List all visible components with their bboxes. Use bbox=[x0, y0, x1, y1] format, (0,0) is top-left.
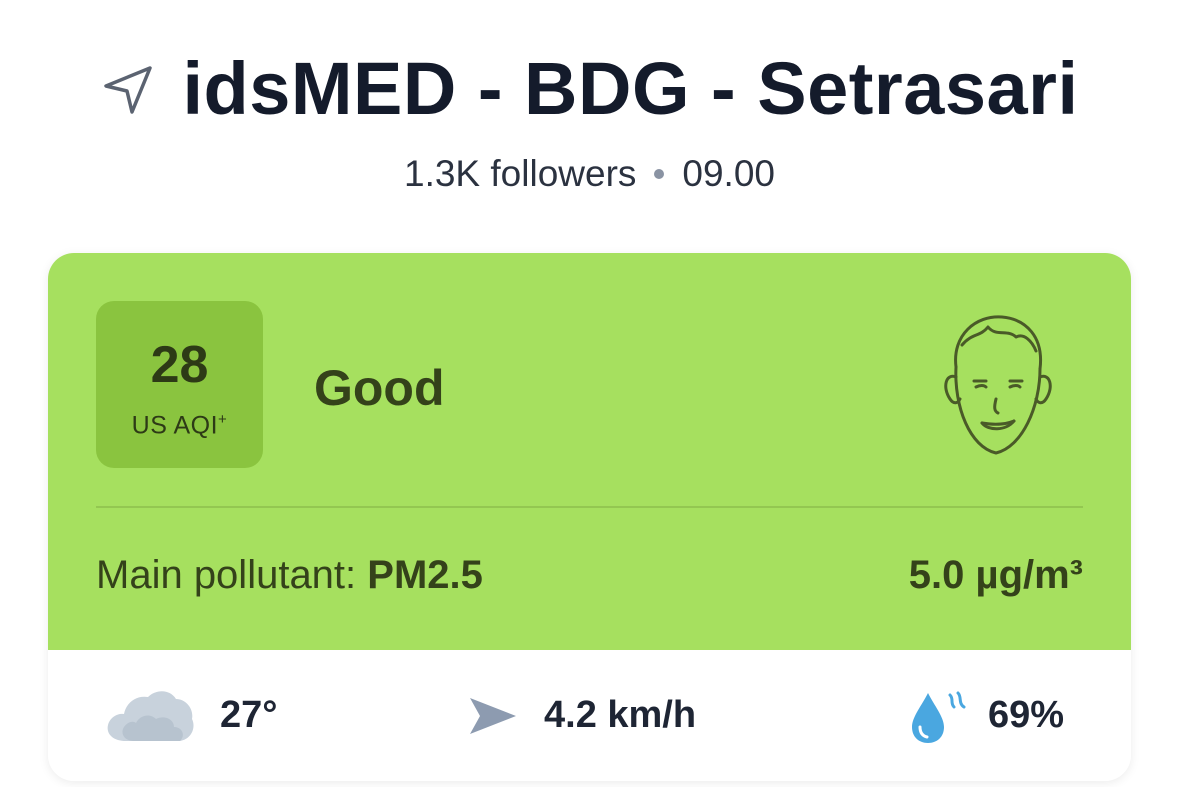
aqi-unit: US AQI bbox=[131, 411, 219, 440]
humidity-item: 69% bbox=[908, 650, 1064, 781]
separator-dot bbox=[654, 169, 665, 179]
aqi-card[interactable]: 28 US AQI+ Good Main pollutant: PM2.5 5.… bbox=[48, 253, 1131, 781]
temperature-item: 27° bbox=[104, 650, 277, 781]
happy-face-icon bbox=[944, 315, 1052, 455]
location-arrow-icon[interactable] bbox=[100, 62, 156, 118]
aqi-summary: 28 US AQI+ Good Main pollutant: PM2.5 5.… bbox=[48, 253, 1131, 650]
humidity-drop-icon bbox=[912, 691, 966, 743]
aqi-value: 28 bbox=[150, 335, 209, 394]
station-header: idsMED - BDG - Setrasari 1.3K followers … bbox=[0, 0, 1179, 230]
update-time: 09.00 bbox=[682, 153, 775, 194]
aqi-status: Good bbox=[314, 360, 445, 416]
main-pollutant: Main pollutant: PM2.5 bbox=[96, 553, 483, 598]
title-row: idsMED - BDG - Setrasari bbox=[0, 38, 1179, 138]
followers-count[interactable]: 1.3K followers bbox=[404, 153, 636, 195]
aqi-unit-label: US AQI+ bbox=[132, 411, 228, 440]
aqi-unit-superscript: + bbox=[218, 410, 228, 428]
pollutant-concentration: 5.0 µg/m³ bbox=[908, 553, 1083, 597]
wind-direction-icon bbox=[470, 697, 516, 734]
station-meta: 1.3K followers 09.00 bbox=[0, 150, 1179, 198]
weather-row: 27° 4.2 km/h 69% bbox=[48, 650, 1131, 781]
wind-item: 4.2 km/h bbox=[468, 650, 696, 781]
cloud-icon bbox=[107, 690, 194, 741]
wind-value: 4.2 km/h bbox=[544, 694, 697, 736]
aqi-value-box: 28 US AQI+ bbox=[96, 301, 263, 468]
main-pollutant-name: PM2.5 bbox=[367, 553, 483, 597]
card-divider bbox=[96, 506, 1083, 508]
station-title: idsMED - BDG - Setrasari bbox=[182, 46, 1079, 130]
main-pollutant-label: Main pollutant: bbox=[96, 553, 368, 597]
humidity-value: 69% bbox=[988, 694, 1065, 736]
temperature-value: 27° bbox=[220, 694, 278, 736]
